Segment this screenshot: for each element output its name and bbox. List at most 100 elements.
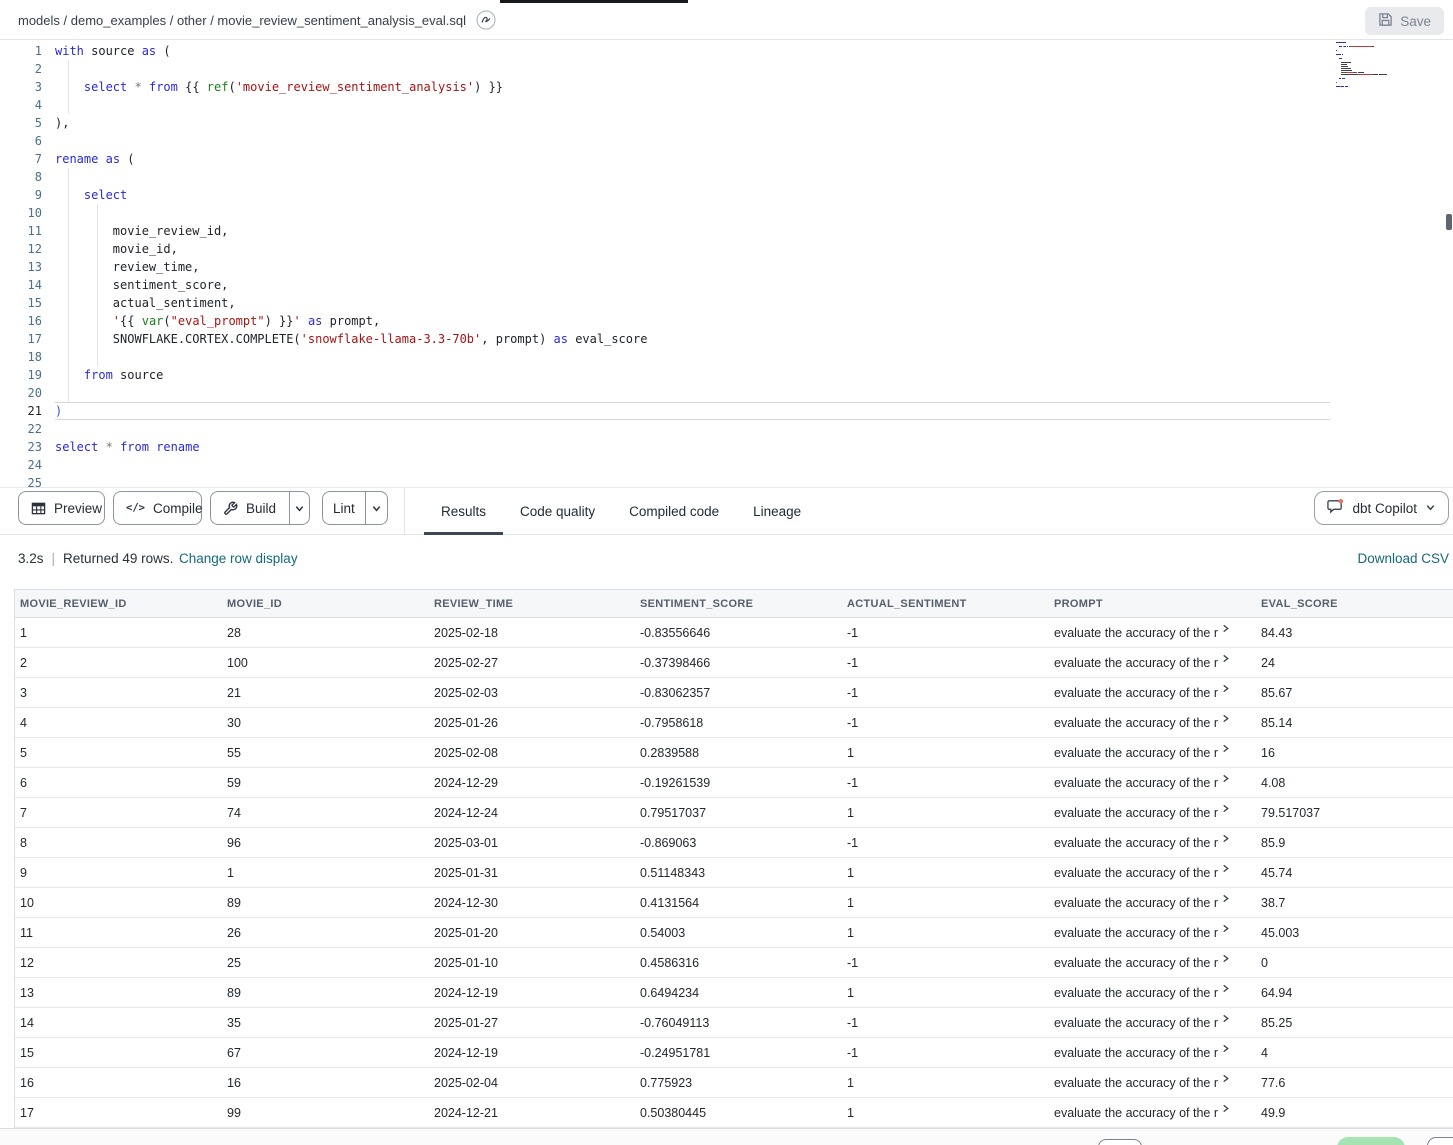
cell-prompt[interactable]: evaluate the accuracy of the res…: [1049, 1038, 1256, 1067]
tab-compiled-code[interactable]: Compiled code: [612, 488, 736, 534]
cell-prompt[interactable]: evaluate the accuracy of the res…: [1049, 798, 1256, 827]
cell-prompt[interactable]: evaluate the accuracy of the res…: [1049, 828, 1256, 857]
code-line[interactable]: 13 review_time,: [0, 258, 1330, 276]
code-line[interactable]: 12 movie_id,: [0, 240, 1330, 258]
expand-cell-icon[interactable]: [1221, 894, 1230, 903]
editor-scrollbar[interactable]: [1446, 214, 1452, 230]
prompt-text: evaluate the accuracy of the res…: [1054, 806, 1218, 820]
expand-cell-icon[interactable]: [1221, 714, 1230, 723]
code-line[interactable]: 1with source as (: [0, 42, 1330, 60]
cell-prompt[interactable]: evaluate the accuracy of the res…: [1049, 648, 1256, 677]
edit-file-icon[interactable]: [475, 9, 497, 31]
cell-prompt[interactable]: evaluate the accuracy of the res…: [1049, 888, 1256, 917]
expand-cell-icon[interactable]: [1221, 864, 1230, 873]
cell-actual_sentiment: 1: [842, 918, 1049, 947]
preview-button[interactable]: Preview: [18, 491, 105, 525]
expand-cell-icon[interactable]: [1221, 744, 1230, 753]
expand-cell-icon[interactable]: [1221, 684, 1230, 693]
expand-cell-icon[interactable]: [1221, 774, 1230, 783]
code-line[interactable]: 14 sentiment_score,: [0, 276, 1330, 294]
code-text: review_time,: [42, 258, 200, 276]
expand-cell-icon[interactable]: [1221, 804, 1230, 813]
code-line[interactable]: 3 select * from {{ ref('movie_review_sen…: [0, 78, 1330, 96]
cell-prompt[interactable]: evaluate the accuracy of the res…: [1049, 918, 1256, 947]
lint-label[interactable]: Lint: [323, 501, 365, 516]
code-line[interactable]: 24: [0, 456, 1330, 474]
cell-prompt[interactable]: evaluate the accuracy of the res…: [1049, 768, 1256, 797]
cell-sentiment_score: 0.4131564: [635, 888, 842, 917]
code-text: ): [42, 402, 62, 420]
code-line[interactable]: 22: [0, 420, 1330, 438]
lint-dropdown-chevron[interactable]: [366, 492, 387, 524]
download-csv-link[interactable]: Download CSV: [1357, 551, 1449, 566]
code-line[interactable]: 4: [0, 96, 1330, 114]
status-separator: |: [52, 551, 56, 566]
compile-button[interactable]: </> Compile: [113, 491, 202, 525]
cell-movie_id: 99: [222, 1098, 429, 1127]
tab-code-quality[interactable]: Code quality: [503, 488, 612, 534]
code-line[interactable]: 8: [0, 168, 1330, 186]
code-line[interactable]: 11 movie_review_id,: [0, 222, 1330, 240]
expand-cell-icon[interactable]: [1221, 1104, 1230, 1113]
code-lines[interactable]: 1with source as (23 select * from {{ ref…: [0, 42, 1330, 487]
cell-actual_sentiment: -1: [842, 618, 1049, 647]
tab-lineage[interactable]: Lineage: [736, 488, 818, 534]
code-line[interactable]: 17 SNOWFLAKE.CORTEX.COMPLETE('snowflake-…: [0, 330, 1330, 348]
cell-prompt[interactable]: evaluate the accuracy of the res…: [1049, 1098, 1256, 1127]
cell-prompt[interactable]: evaluate the accuracy of the res…: [1049, 858, 1256, 887]
cell-prompt[interactable]: evaluate the accuracy of the res…: [1049, 738, 1256, 767]
expand-cell-icon[interactable]: [1221, 954, 1230, 963]
change-row-display-link[interactable]: Change row display: [179, 551, 298, 566]
code-line[interactable]: 2: [0, 60, 1330, 78]
cell-movie_review_id: 1: [15, 618, 222, 647]
code-line[interactable]: 21): [0, 402, 1330, 420]
expand-cell-icon[interactable]: [1221, 654, 1230, 663]
build-label[interactable]: Build: [238, 501, 289, 516]
code-line[interactable]: 10: [0, 204, 1330, 222]
code-line[interactable]: 6: [0, 132, 1330, 150]
cell-prompt[interactable]: evaluate the accuracy of the res…: [1049, 708, 1256, 737]
code-line[interactable]: 9 select: [0, 186, 1330, 204]
expand-cell-icon[interactable]: [1221, 834, 1230, 843]
build-dropdown-chevron[interactable]: [290, 492, 309, 524]
code-editor[interactable]: 1with source as (23 select * from {{ ref…: [0, 40, 1453, 487]
cell-eval_score: 0: [1256, 948, 1453, 977]
expand-cell-icon[interactable]: [1221, 624, 1230, 633]
line-number: 3: [0, 78, 42, 96]
code-line[interactable]: 18: [0, 348, 1330, 366]
expand-cell-icon[interactable]: [1221, 1074, 1230, 1083]
code-line[interactable]: 5),: [0, 114, 1330, 132]
code-line[interactable]: 7rename as (: [0, 150, 1330, 168]
bottom-left-button[interactable]: [1098, 1139, 1142, 1145]
cell-prompt[interactable]: evaluate the accuracy of the res…: [1049, 948, 1256, 977]
cell-prompt[interactable]: evaluate the accuracy of the res…: [1049, 1008, 1256, 1037]
code-line[interactable]: 16 '{{ var("eval_prompt") }}' as prompt,: [0, 312, 1330, 330]
expand-cell-icon[interactable]: [1221, 1014, 1230, 1023]
breadcrumb[interactable]: models / demo_examples / other / movie_r…: [18, 0, 497, 40]
cell-prompt[interactable]: evaluate the accuracy of the res…: [1049, 1068, 1256, 1097]
code-line[interactable]: 23select * from rename: [0, 438, 1330, 456]
save-button[interactable]: Save: [1365, 7, 1444, 35]
code-line[interactable]: 25: [0, 474, 1330, 487]
minimap[interactable]: [1336, 42, 1436, 102]
cell-review_time: 2025-01-27: [429, 1008, 635, 1037]
bottom-green-pill-button[interactable]: [1337, 1137, 1405, 1145]
cell-prompt[interactable]: evaluate the accuracy of the res…: [1049, 678, 1256, 707]
code-line[interactable]: 20: [0, 384, 1330, 402]
expand-cell-icon[interactable]: [1221, 924, 1230, 933]
expand-cell-icon[interactable]: [1221, 984, 1230, 993]
tab-results[interactable]: Results: [424, 488, 503, 534]
cell-prompt[interactable]: evaluate the accuracy of the res…: [1049, 618, 1256, 647]
cell-movie_id: 55: [222, 738, 429, 767]
expand-cell-icon[interactable]: [1221, 1044, 1230, 1053]
cell-prompt[interactable]: evaluate the accuracy of the res…: [1049, 978, 1256, 1007]
line-number: 6: [0, 132, 42, 150]
bottom-right-button[interactable]: [1427, 1137, 1453, 1145]
code-text: [42, 96, 55, 114]
code-line[interactable]: 19 from source: [0, 366, 1330, 384]
table-row: 16162025-02-040.7759231evaluate the accu…: [15, 1068, 1453, 1098]
cell-eval_score: 85.14: [1256, 708, 1453, 737]
code-brackets-icon: </>: [126, 502, 145, 514]
dbt-copilot-button[interactable]: dbt Copilot: [1314, 491, 1449, 525]
code-line[interactable]: 15 actual_sentiment,: [0, 294, 1330, 312]
